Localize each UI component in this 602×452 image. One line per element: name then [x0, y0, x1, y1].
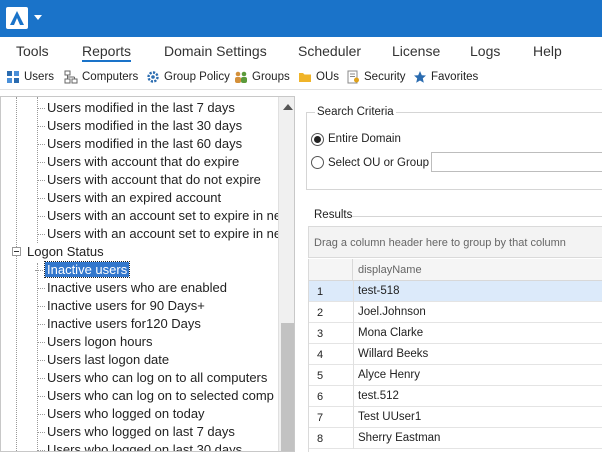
select-ou-label[interactable]: Select OU or Group — [328, 157, 429, 169]
entire-domain-label[interactable]: Entire Domain — [328, 133, 401, 145]
ou-group-input[interactable] — [431, 152, 602, 172]
toolbar-computers-label: Computers — [82, 71, 139, 83]
tree-guide-line — [37, 263, 38, 451]
toolbar-favorites-button[interactable]: Favorites — [413, 70, 478, 84]
groups-icon — [234, 70, 248, 84]
grid-header: displayName — [309, 259, 602, 281]
entire-domain-radio[interactable] — [311, 133, 324, 146]
tree-guide-line — [37, 97, 38, 243]
tree-guide-line — [16, 97, 17, 451]
table-row[interactable]: 7 Test UUser1 — [309, 407, 602, 428]
table-row[interactable]: 3 Mona Clarke — [309, 323, 602, 344]
search-criteria-title: Search Criteria — [315, 106, 396, 118]
toolbar-security-label: Security — [364, 71, 406, 83]
table-row[interactable]: 1 test-518 — [309, 281, 602, 302]
table-row[interactable]: 8 Sherry Eastman — [309, 428, 602, 449]
select-ou-radio[interactable] — [311, 156, 324, 169]
tree-item[interactable]: Users with account that do expire — [37, 153, 239, 171]
tree-item[interactable]: Inactive users for120 Days — [37, 315, 201, 333]
star-icon — [413, 70, 427, 84]
tree-item[interactable]: Users with an expired account — [37, 189, 221, 207]
results-divider — [352, 216, 602, 217]
toolbar-users-label: Users — [24, 71, 55, 83]
tree-item[interactable]: Users who can log on to selected comp — [37, 387, 274, 405]
table-row[interactable]: 2 Joel.Johnson — [309, 302, 602, 323]
tree-item[interactable]: Users modified in the last 30 days — [37, 117, 242, 135]
results-title: Results — [314, 209, 353, 221]
tree-item-selected[interactable]: Inactive users — [35, 261, 131, 279]
toolbar-ous-button[interactable]: OUs — [298, 70, 339, 84]
tree-item[interactable]: Inactive users for 90 Days+ — [37, 297, 205, 315]
title-bar — [0, 0, 602, 37]
menu-scheduler[interactable]: Scheduler — [298, 43, 361, 59]
results-grid[interactable]: displayName 1 test-518 2 Joel.Johnson 3 Mon… — [308, 259, 602, 452]
column-header-displayname[interactable]: displayName — [358, 264, 422, 276]
security-icon — [346, 70, 360, 84]
chevron-down-icon[interactable] — [34, 15, 42, 20]
menu-tools[interactable]: Tools — [16, 43, 49, 59]
search-criteria-group — [306, 112, 602, 190]
tree-item[interactable]: Users modified in the last 60 days — [37, 135, 242, 153]
tree-item[interactable]: Users who logged on today — [37, 405, 205, 423]
app-logo-icon[interactable] — [6, 7, 28, 29]
table-row[interactable]: 6 test.512 — [309, 386, 602, 407]
menu-reports[interactable]: Reports — [82, 43, 132, 62]
group-policy-icon — [146, 70, 160, 84]
menu-domain-settings[interactable]: Domain Settings — [164, 43, 267, 59]
group-by-panel[interactable]: Drag a column header here to group by th… — [308, 226, 602, 258]
row-number-header — [309, 259, 353, 281]
tree-scrollbar[interactable] — [278, 97, 294, 451]
menu-license[interactable]: License — [392, 43, 440, 59]
tree-item[interactable]: Users with an account set to expire in n… — [37, 207, 281, 225]
table-row[interactable]: 4 Willard Beeks — [309, 344, 602, 365]
toolbar-ous-label: OUs — [316, 71, 339, 83]
toolbar-group-policy-label: Group Policy — [164, 71, 230, 83]
menu-help[interactable]: Help — [533, 43, 562, 59]
menu-bar: Tools Reports Domain Settings Scheduler … — [0, 37, 602, 65]
tree-item[interactable]: Users logon hours — [37, 333, 153, 351]
tree-item[interactable]: Inactive users who are enabled — [37, 279, 227, 297]
tree-item[interactable]: Users modified in the last 7 days — [37, 99, 235, 117]
toolbar-computers-button[interactable]: Computers — [64, 70, 138, 84]
toolbar: Users Computers Group Policy Groups OUs … — [0, 66, 602, 90]
scroll-up-icon[interactable] — [283, 104, 293, 110]
menu-logs[interactable]: Logs — [470, 43, 500, 59]
collapse-icon[interactable] — [12, 247, 21, 256]
tree-item[interactable]: Users who logged on last 7 days — [37, 423, 235, 441]
toolbar-groups-button[interactable]: Groups — [234, 70, 290, 84]
computers-icon — [64, 70, 78, 84]
tree-item[interactable]: Users who logged on last 30 days — [37, 441, 242, 451]
toolbar-favorites-label: Favorites — [431, 71, 479, 83]
tree-item[interactable]: Users who can log on to all computers — [37, 369, 267, 387]
tree-group-logon-status[interactable]: Logon Status — [27, 243, 104, 261]
users-icon — [6, 70, 20, 84]
table-row[interactable]: 5 Alyce Henry — [309, 365, 602, 386]
tree-item[interactable]: Users with an account set to expire in n… — [37, 225, 281, 243]
tree-item[interactable]: Users with account that do not expire — [37, 171, 261, 189]
toolbar-groups-label: Groups — [252, 71, 290, 83]
report-tree[interactable]: Users modified in the last 7 days Users … — [0, 96, 295, 452]
tree-item[interactable]: Users last logon date — [37, 351, 169, 369]
scroll-thumb[interactable] — [281, 323, 294, 451]
toolbar-group-policy-button[interactable]: Group Policy — [146, 70, 230, 84]
folder-icon — [298, 70, 312, 84]
toolbar-security-button[interactable]: Security — [346, 70, 406, 84]
group-by-hint: Drag a column header here to group by th… — [314, 237, 566, 249]
toolbar-users-button[interactable]: Users — [6, 70, 54, 84]
